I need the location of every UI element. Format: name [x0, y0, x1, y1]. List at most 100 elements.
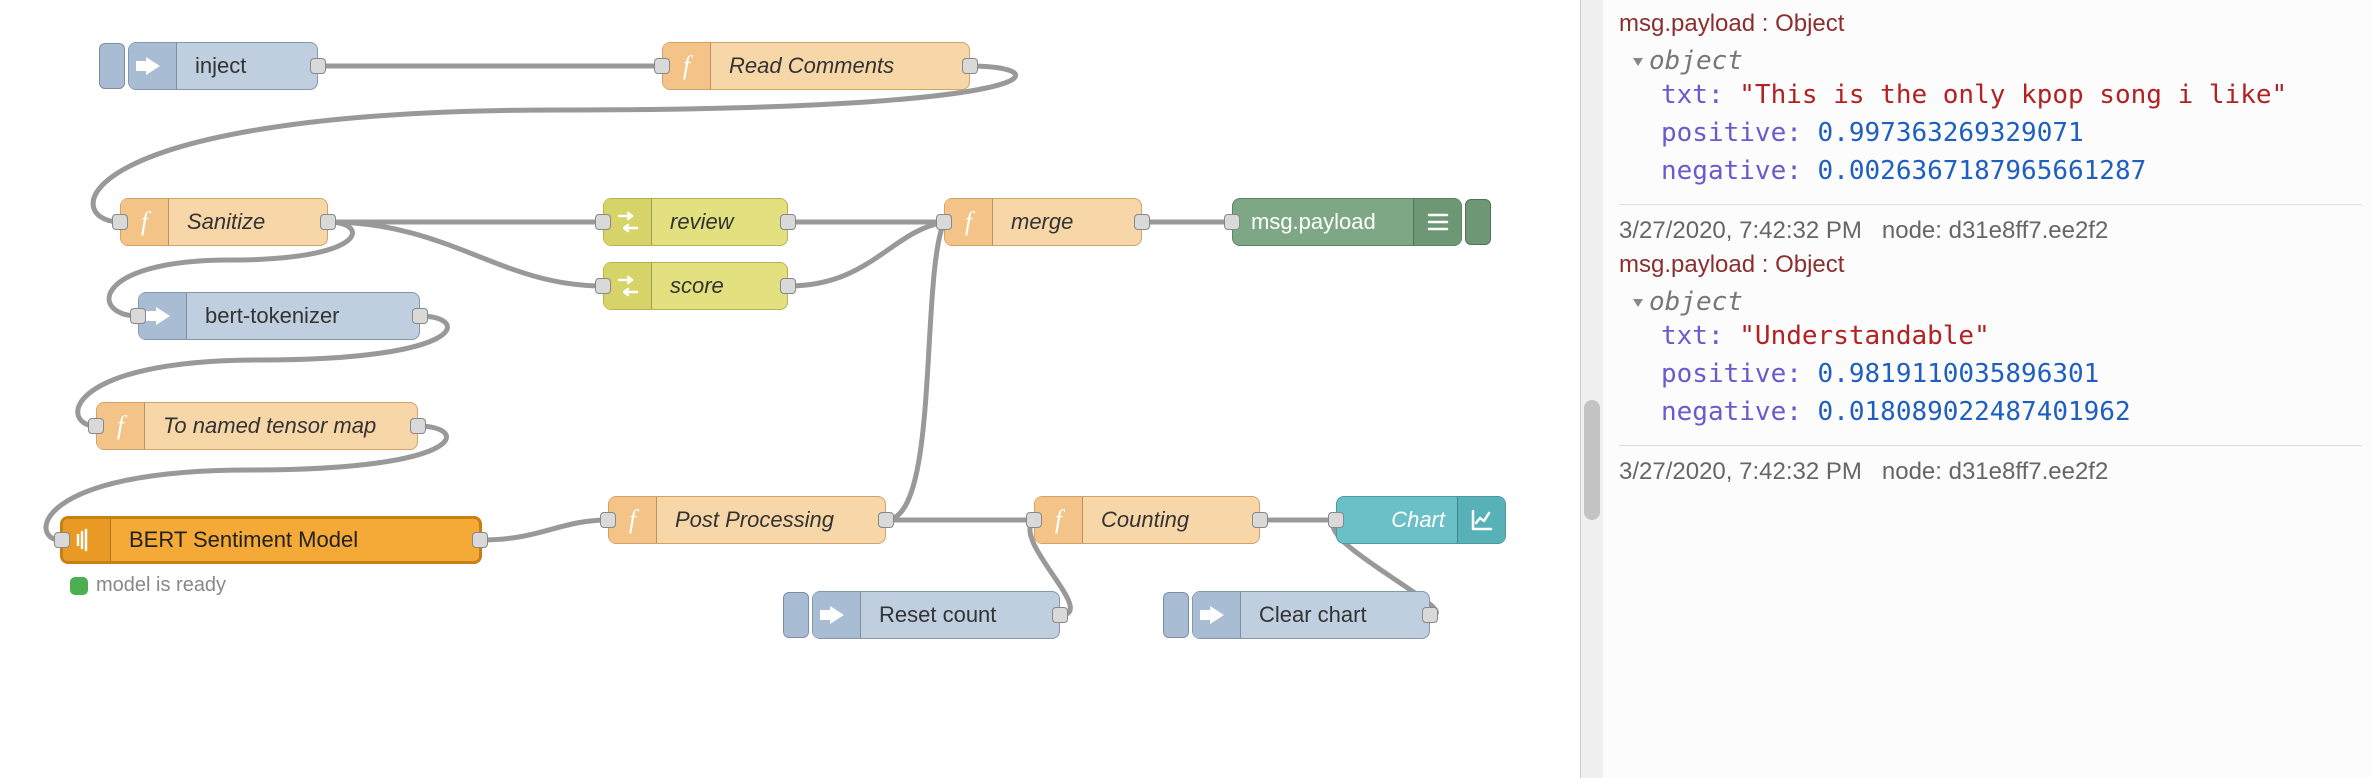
port-in[interactable]: [595, 278, 611, 294]
node-label: inject: [177, 53, 317, 79]
debug-field[interactable]: txt: "Understandable": [1619, 317, 2362, 355]
node-label: Sanitize: [169, 209, 327, 235]
node-read-comments[interactable]: f Read Comments: [662, 42, 970, 90]
port-in[interactable]: [1224, 214, 1240, 230]
debug-field[interactable]: positive: 0.9819110035896301: [1619, 355, 2362, 393]
port-out[interactable]: [1252, 512, 1268, 528]
port-in[interactable]: [88, 418, 104, 434]
field-value: "Understandable": [1739, 321, 1989, 351]
port-in[interactable]: [130, 308, 146, 324]
field-key: negative: [1661, 397, 1786, 427]
node-reset-count[interactable]: Reset count: [812, 591, 1060, 639]
port-in[interactable]: [600, 512, 616, 528]
node-clear-chart[interactable]: Clear chart: [1192, 591, 1430, 639]
node-label: Chart: [1337, 507, 1457, 533]
field-key: positive: [1661, 359, 1786, 389]
node-label: bert-tokenizer: [187, 303, 419, 329]
node-post-processing[interactable]: f Post Processing: [608, 496, 886, 544]
msg-topic: msg.payload : Object: [1619, 8, 2362, 46]
node-debug[interactable]: msg.payload: [1232, 198, 1462, 246]
node-label: score: [652, 273, 787, 299]
port-out[interactable]: [472, 532, 488, 548]
node-to-named-tensor[interactable]: f To named tensor map: [96, 402, 418, 450]
function-icon: f: [121, 199, 169, 245]
node-merge[interactable]: f merge: [944, 198, 1142, 246]
port-in[interactable]: [936, 214, 952, 230]
scroll-thumb[interactable]: [1584, 400, 1600, 520]
port-out[interactable]: [780, 214, 796, 230]
status-label: model is ready: [96, 574, 226, 596]
function-icon: f: [945, 199, 993, 245]
port-out[interactable]: [1134, 214, 1150, 230]
node-label: Reset count: [861, 602, 1059, 628]
field-value: 0.018089022487401962: [1818, 397, 2131, 427]
port-in[interactable]: [1328, 512, 1344, 528]
debug-field[interactable]: positive: 0.997363269329071: [1619, 114, 2362, 152]
object-toggle[interactable]: object: [1619, 287, 2362, 317]
inject-button[interactable]: [99, 43, 125, 89]
debug-toggle-button[interactable]: [1465, 199, 1491, 245]
inject-button[interactable]: [783, 592, 809, 638]
debug-field[interactable]: negative: 0.018089022487401962: [1619, 393, 2362, 431]
node-chart[interactable]: Chart: [1336, 496, 1506, 544]
field-key: positive: [1661, 118, 1786, 148]
status-dot-icon: [70, 577, 88, 595]
node-counting[interactable]: f Counting: [1034, 496, 1260, 544]
debug-message[interactable]: 3/27/2020, 7:42:32 PM node: d31e8ff7.ee2…: [1619, 205, 2362, 446]
debug-field[interactable]: txt: "This is the only kpop song i like": [1619, 76, 2362, 114]
debug-message[interactable]: 3/27/2020, 7:42:32 PM node: d31e8ff7.ee2…: [1619, 446, 2362, 504]
wires-layer: [0, 0, 1580, 778]
port-out[interactable]: [320, 214, 336, 230]
debug-sidebar: msg.payload : Object object txt: "This i…: [1580, 0, 2372, 778]
debug-message[interactable]: msg.payload : Object object txt: "This i…: [1619, 0, 2362, 205]
port-in[interactable]: [1026, 512, 1042, 528]
node-score[interactable]: score: [603, 262, 788, 310]
node-label: To named tensor map: [145, 413, 417, 439]
port-out[interactable]: [1052, 607, 1068, 623]
object-label: object: [1649, 46, 1743, 76]
node-sanitize[interactable]: f Sanitize: [120, 198, 328, 246]
field-key: txt: [1661, 321, 1708, 351]
model-icon: [63, 519, 111, 561]
msg-time: 3/27/2020, 7:42:32 PM: [1619, 458, 1862, 485]
field-key: negative: [1661, 156, 1786, 186]
port-in[interactable]: [54, 532, 70, 548]
port-out[interactable]: [1422, 607, 1438, 623]
msg-meta: 3/27/2020, 7:42:32 PM node: d31e8ff7.ee2…: [1619, 454, 2362, 490]
node-review[interactable]: review: [603, 198, 788, 246]
node-label: Clear chart: [1241, 602, 1429, 628]
port-out[interactable]: [780, 278, 796, 294]
object-label: object: [1649, 287, 1743, 317]
node-bert-tokenizer[interactable]: bert-tokenizer: [138, 292, 420, 340]
arrow-icon: [139, 293, 187, 339]
port-out[interactable]: [962, 58, 978, 74]
debug-field[interactable]: negative: 0.0026367187965661287: [1619, 152, 2362, 190]
port-out[interactable]: [410, 418, 426, 434]
node-label: merge: [993, 209, 1141, 235]
node-label: review: [652, 209, 787, 235]
msg-meta: 3/27/2020, 7:42:32 PM node: d31e8ff7.ee2…: [1619, 213, 2362, 249]
flow-canvas[interactable]: inject f Read Comments f Sanitize review…: [0, 0, 1580, 778]
field-value: 0.9819110035896301: [1818, 359, 2100, 389]
port-out[interactable]: [412, 308, 428, 324]
port-in[interactable]: [595, 214, 611, 230]
port-out[interactable]: [310, 58, 326, 74]
debug-scrollbar[interactable]: [1581, 0, 1603, 778]
port-in[interactable]: [112, 214, 128, 230]
function-icon: f: [663, 43, 711, 89]
msg-time: 3/27/2020, 7:42:32 PM: [1619, 217, 1862, 244]
chevron-down-icon: [1633, 58, 1643, 66]
port-out[interactable]: [878, 512, 894, 528]
inject-button[interactable]: [1163, 592, 1189, 638]
node-bert-model[interactable]: BERT Sentiment Model: [60, 516, 482, 564]
node-inject[interactable]: inject: [128, 42, 318, 90]
object-toggle[interactable]: object: [1619, 46, 2362, 76]
switch-icon: [604, 199, 652, 245]
switch-icon: [604, 263, 652, 309]
arrow-icon: [813, 592, 861, 638]
arrow-icon: [129, 43, 177, 89]
debug-content: msg.payload : Object object txt: "This i…: [1609, 0, 2372, 504]
port-in[interactable]: [654, 58, 670, 74]
field-value: "This is the only kpop song i like": [1739, 80, 2287, 110]
node-label: BERT Sentiment Model: [111, 527, 479, 553]
